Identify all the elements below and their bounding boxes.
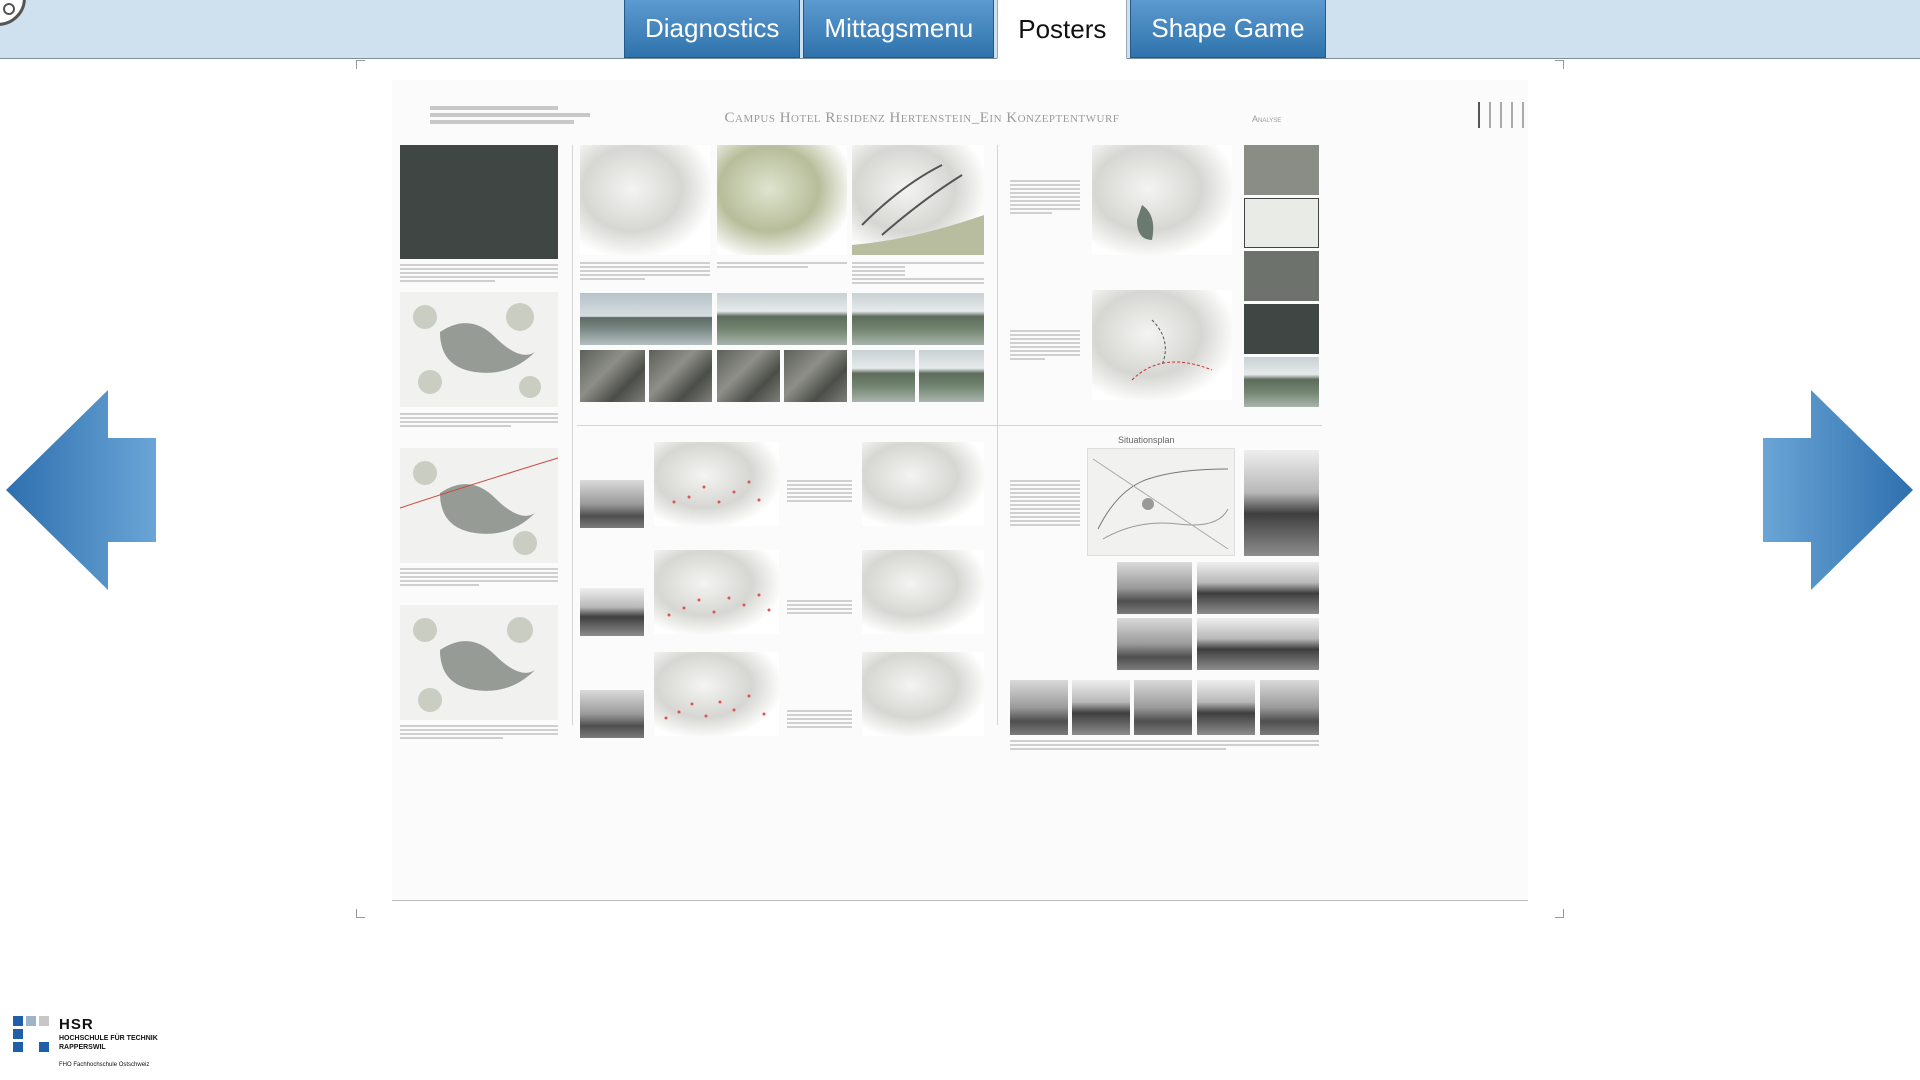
logo-line3: FHO Fachhochschule Ostschweiz [59,1062,150,1068]
arrow-right-icon[interactable] [1763,390,1913,590]
nature-photo [919,350,984,402]
text-block [1010,330,1080,362]
top-bar: Diagnostics Mittagsmenu Posters Shape Ga… [0,0,1920,59]
historic-photo [1117,618,1192,670]
tab-posters[interactable]: Posters [997,0,1128,59]
aerial-photo [400,145,558,259]
path-photo [1244,357,1319,407]
logo-line2: RAPPERSWIL [59,1044,106,1051]
sign-photo [1244,198,1319,248]
nature-photo [784,350,847,402]
settlement-map [654,550,779,634]
tab-mittagsmenu[interactable]: Mittagsmenu [803,0,995,58]
terrain-model [580,145,710,255]
nature-photo [580,350,645,402]
text-block [400,568,558,588]
historic-photo [1197,562,1319,614]
terrain-model [717,145,847,255]
situationsplan-label: Situationsplan [1118,435,1175,445]
text-block [1010,740,1319,752]
historic-photo [580,480,644,528]
text-block [787,710,852,730]
tab-bar: Diagnostics Mittagsmenu Posters Shape Ga… [624,0,1329,59]
poster-bars-icon [1478,102,1524,128]
poster-image: Campus Hotel Residenz Hertenstein_Ein Ko… [392,80,1528,901]
historic-photo [1197,618,1319,670]
nature-photo [649,350,712,402]
poster-title: Campus Hotel Residenz Hertenstein_Ein Ko… [724,110,1120,126]
divider [577,425,1322,426]
crop-mark [356,909,365,918]
divider [572,145,573,725]
map-diagram [400,292,558,407]
hsr-logo: HSR HOCHSCHULE FÜR TECHNIK RAPPERSWIL FH… [13,1016,183,1076]
terrain-model [852,145,984,255]
historic-photo [1010,680,1068,735]
historic-photo [1244,450,1319,556]
historic-photo [1260,680,1319,735]
logo-line1: HOCHSCHULE FÜR TECHNIK [59,1035,158,1042]
site-plan [1087,448,1235,556]
crop-mark [1555,909,1564,918]
nature-photo [717,350,780,402]
lake-photo [852,293,984,345]
settlement-map [862,442,984,526]
signpost-photo [1244,304,1319,354]
gate-photo [1244,251,1319,301]
text-block [580,262,710,282]
poster-viewer[interactable]: Campus Hotel Residenz Hertenstein_Ein Ko… [356,60,1564,918]
text-block [400,264,558,284]
lake-photo [580,293,712,345]
map-diagram [400,605,558,720]
historic-photo [1072,680,1130,735]
historic-photo [1117,562,1192,614]
poster-meta-text [430,106,590,127]
settlement-map [654,652,779,736]
settlement-map [862,550,984,634]
crop-mark [1555,60,1564,69]
text-block [852,262,984,286]
nature-photo [852,350,915,402]
text-block [717,262,847,270]
text-block [787,480,852,504]
historic-photo [1134,680,1192,735]
text-block [400,725,558,741]
settlement-map [862,652,984,736]
poster-section-label: Analyse [1252,114,1282,124]
text-block [400,413,558,429]
tab-diagnostics[interactable]: Diagnostics [624,0,801,58]
settlement-map [654,442,779,526]
terrain-model [1092,290,1232,400]
arrow-left-icon[interactable] [6,390,156,590]
map-diagram [399,448,559,563]
text-block [787,600,852,616]
historic-photo [580,690,644,738]
lake-photo [717,293,847,345]
logo-name: HSR [59,1016,94,1033]
crop-mark [356,60,365,69]
terrain-model [1092,145,1232,255]
home-icon[interactable] [0,0,26,26]
text-block [1010,180,1080,216]
historic-photo [580,588,644,636]
harbor-photo [1244,145,1319,195]
historic-photo [1197,680,1255,735]
tab-shape-game[interactable]: Shape Game [1130,0,1326,58]
divider [997,145,998,725]
text-block [1010,480,1080,528]
